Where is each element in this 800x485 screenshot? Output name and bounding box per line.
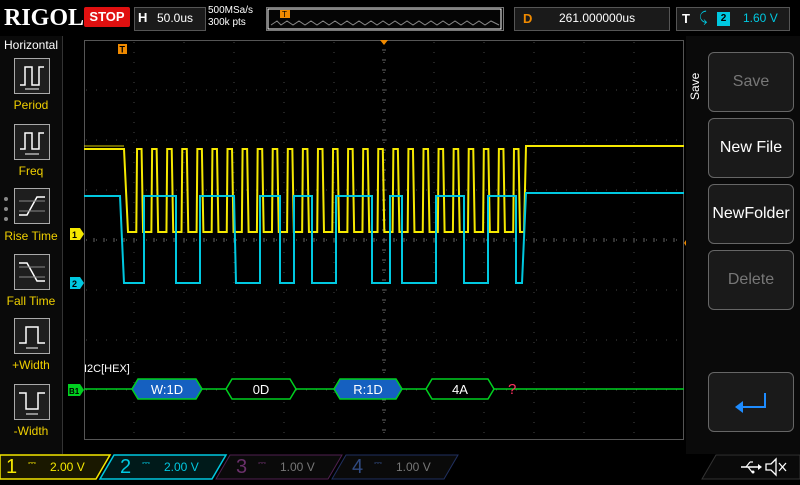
svg-text:T: T [120,45,126,55]
channel-1-number: 1 [6,456,18,478]
delay-key: D [523,11,533,26]
trigger-position-marker: T [118,44,127,55]
frequency-icon [20,132,44,155]
left-panel-title: Horizontal [3,38,59,52]
horizontal-timebase[interactable]: H 50.0us [134,7,206,31]
dc-coupling-icon: ⎓ [142,458,150,469]
trigger-level: 1.60 V [743,11,778,25]
channel-4-scale: 1.00 V [396,460,431,474]
decode-packet-label: 0D [253,382,270,397]
delete-button[interactable]: Delete [708,250,794,310]
rise-time-button[interactable] [14,188,50,224]
negative-width-label: -Width [13,424,49,438]
save-menu-title: Save [688,72,702,100]
period-button[interactable] [14,58,50,94]
delay-display[interactable]: D 261.000000us [514,7,670,31]
channel-3-scale: 1.00 V [280,460,315,474]
period-icon [20,66,44,90]
svg-text:2: 2 [72,279,77,289]
negative-width-button[interactable] [14,384,50,420]
channel-3-number: 3 [236,456,248,478]
dc-coupling-icon: ⎓ [258,458,266,469]
memory-timeline[interactable]: T [266,7,504,31]
negative-pulse-icon [19,392,45,415]
i2c-decode-bus: W:1D 0D R:1D 4A? [84,378,684,400]
memory-depth: 300k pts [208,17,246,28]
memory-waveform-overview: T [267,8,502,30]
channel-2-number: 2 [120,456,132,478]
dc-coupling-icon: ⎓ [28,458,36,469]
channel-1-status[interactable]: 1 ⎓ 2.00 V [0,455,110,479]
timebase-key: H [138,10,148,25]
decoder-label: I2C[HEX] [84,363,130,375]
channel-4-status[interactable]: 4 ⎓ 1.00 V [346,455,456,479]
decode-packet-label: R:1D [353,382,383,397]
sample-info: 500MSa/s 300k pts [208,5,262,31]
ch1-ground-marker[interactable]: 1 [70,227,84,240]
fall-edge-icon [19,262,45,282]
waveform-display[interactable]: I2C[HEX] W:1D 0D R:1D 4A? T [84,40,684,440]
decode-packet-label: W:1D [151,382,183,397]
save-button[interactable]: Save [708,52,794,112]
trigger-display[interactable]: T ⤹ 2 1.60 V [676,7,790,31]
return-arrow-icon [735,393,766,413]
decode-packet-label: 4A [452,382,468,397]
horizontal-center-marker [380,40,388,45]
usb-icon [738,458,762,476]
decode-unknown-marker: ? [508,381,516,398]
channel-2-status[interactable]: 2 ⎓ 2.00 V [114,455,224,479]
delay-value: 261.000000us [559,11,636,25]
ch2-ground-marker[interactable]: 2 [70,276,84,289]
speaker-muted-icon[interactable] [764,457,788,477]
dc-coupling-icon: ⎓ [374,458,382,469]
sample-rate: 500MSa/s [208,5,254,16]
fall-time-button[interactable] [14,254,50,290]
trigger-source: 2 [717,12,730,26]
positive-width-label: +Width [12,358,50,372]
period-label: Period [13,98,49,112]
return-button[interactable] [708,372,794,432]
timeline-trigger-label: T [282,10,287,19]
new-file-button[interactable]: New File [708,118,794,178]
channel-2-scale: 2.00 V [164,460,199,474]
channel-4-number: 4 [352,456,364,478]
new-folder-button[interactable]: NewFolder [708,184,794,244]
positive-pulse-icon [19,326,45,349]
trigger-key: T [682,11,690,26]
fall-time-label: Fall Time [6,294,56,308]
rise-edge-icon [19,196,45,216]
falling-edge-icon: ⤹ [699,9,708,25]
rigol-logo: RIGOL [4,5,85,31]
channel-3-status[interactable]: 3 ⎓ 1.00 V [230,455,340,479]
timebase-value: 50.0us [157,11,194,25]
freq-button[interactable] [14,124,50,160]
menu-page-dots [4,197,8,221]
channel-1-scale: 2.00 V [50,460,85,474]
freq-label: Freq [18,164,44,178]
ch1-scl-trace [84,145,684,233]
positive-width-button[interactable] [14,318,50,354]
bus1-marker[interactable]: B1 [68,383,84,396]
svg-text:1: 1 [72,230,77,240]
run-stop-indicator[interactable]: STOP [84,7,130,27]
svg-text:B1: B1 [69,387,80,396]
